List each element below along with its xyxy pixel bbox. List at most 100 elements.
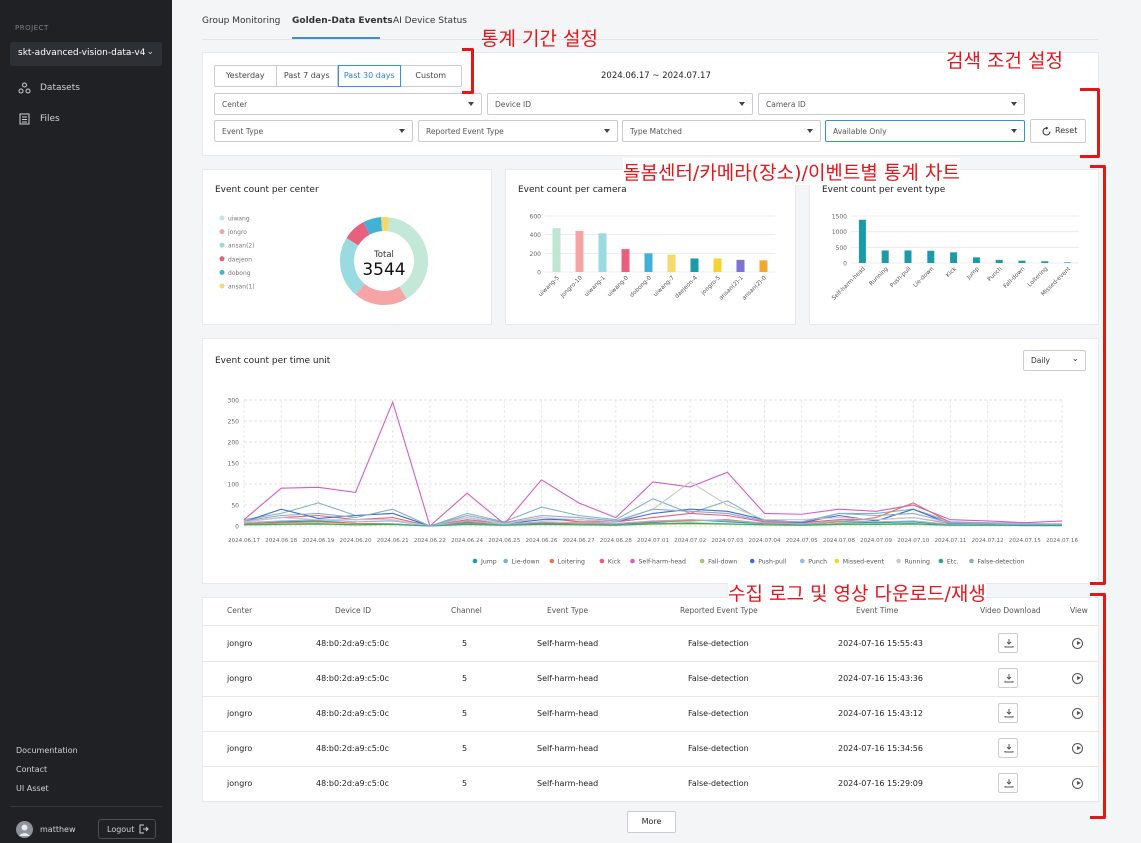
bar-dobong-0 bbox=[644, 253, 653, 272]
x-tick-label: Running bbox=[869, 266, 890, 287]
period-7days-button[interactable]: Past 7 days bbox=[277, 66, 338, 86]
donut-slice-jongro bbox=[355, 283, 407, 305]
x-tick-label: Kick bbox=[945, 266, 958, 279]
x-tick-label: 2024.07.10 bbox=[897, 538, 929, 544]
legend-marker bbox=[749, 558, 755, 564]
legend-marker bbox=[503, 558, 508, 564]
legend-label: uiwang bbox=[228, 216, 250, 223]
download-button[interactable] bbox=[998, 738, 1018, 758]
center-select[interactable]: Center bbox=[214, 93, 482, 115]
cell-center: jongro bbox=[227, 779, 253, 788]
col-header-device-id: Device ID bbox=[335, 606, 372, 615]
reported-event-type-select[interactable]: Reported Event Type bbox=[418, 120, 618, 142]
donut-slice-ansan(2) bbox=[340, 238, 365, 295]
reset-button[interactable]: Reset bbox=[1030, 119, 1086, 143]
sidebar-item-files[interactable]: Files bbox=[18, 111, 60, 127]
play-button[interactable] bbox=[1072, 708, 1083, 719]
cell-event-time: 2024-07-16 15:43:36 bbox=[838, 674, 923, 683]
caret-down-icon bbox=[468, 102, 474, 106]
bar-Missed-event bbox=[1064, 262, 1072, 263]
y-tick-label: 300 bbox=[228, 398, 240, 405]
type-matched-select-value: Type Matched bbox=[630, 127, 682, 136]
bar-uiwang-1 bbox=[598, 233, 607, 272]
play-button[interactable] bbox=[1072, 638, 1083, 649]
y-tick-label: 0 bbox=[537, 270, 541, 277]
cell-event-type: Self-harm-head bbox=[537, 709, 599, 718]
download-button[interactable] bbox=[998, 703, 1018, 723]
download-button[interactable] bbox=[998, 668, 1018, 688]
date-range: 2024.06.17 ~ 2024.07.17 bbox=[601, 71, 711, 81]
caret-down-icon bbox=[739, 102, 745, 106]
x-tick-label: uiwang-5 bbox=[538, 275, 561, 298]
more-button[interactable]: More bbox=[627, 811, 676, 833]
col-header-video-download: Video Download bbox=[980, 606, 1041, 615]
legend-label: Punch bbox=[808, 558, 827, 565]
download-icon bbox=[1004, 639, 1014, 648]
annotation-search: 검색 조건 설정 bbox=[946, 50, 1063, 72]
availability-select[interactable]: Available Only bbox=[825, 120, 1025, 142]
tab-golden-data-events[interactable]: Golden-Data Events bbox=[292, 16, 393, 26]
period-yesterday-button[interactable]: Yesterday bbox=[215, 66, 277, 86]
camera-id-select[interactable]: Camera ID bbox=[758, 93, 1025, 115]
x-tick-label: jongro-10 bbox=[559, 275, 584, 300]
project-label: PROJECT bbox=[15, 24, 49, 32]
cell-device-id: 48:b0:2d:a9:c5:0c bbox=[316, 709, 389, 718]
legend-marker bbox=[630, 558, 635, 564]
tab-ai-device-status[interactable]: AI Device Status bbox=[393, 16, 467, 26]
contact-link[interactable]: Contact bbox=[16, 765, 47, 774]
donut-slice-dobong bbox=[363, 217, 383, 235]
legend-marker bbox=[896, 558, 901, 564]
cell-center: jongro bbox=[227, 744, 253, 753]
y-tick-label: 0 bbox=[235, 524, 239, 531]
annotation-download: 수집 로그 및 영상 다운로드/재생 bbox=[728, 579, 986, 606]
legend-marker bbox=[549, 558, 555, 564]
device-id-select[interactable]: Device ID bbox=[487, 93, 753, 115]
cell-device-id: 48:b0:2d:a9:c5:0c bbox=[316, 744, 389, 753]
cell-center: jongro bbox=[227, 639, 253, 648]
center-donut-chart: Total3544 uiwang jongro ansan(2) daejeon dobo… bbox=[219, 215, 428, 305]
caret-down-icon bbox=[1011, 129, 1017, 133]
sidebar-item-label: Datasets bbox=[40, 83, 80, 93]
period-30days-button[interactable]: Past 30 days bbox=[338, 65, 401, 87]
logout-button[interactable]: Logout bbox=[98, 819, 156, 839]
legend-marker bbox=[219, 242, 225, 248]
legend-label: Running bbox=[905, 558, 930, 565]
x-tick-label: 2024.06.27 bbox=[563, 538, 595, 544]
y-tick-label: 400 bbox=[530, 232, 542, 239]
type-matched-select[interactable]: Type Matched bbox=[622, 120, 821, 142]
x-tick-label: uiwang-1 bbox=[584, 275, 607, 298]
tab-group-monitoring[interactable]: Group Monitoring bbox=[202, 16, 280, 26]
bar-ansan(2)-0 bbox=[759, 260, 768, 272]
y-tick-label: 0 bbox=[843, 261, 847, 268]
sidebar-item-label: Files bbox=[40, 114, 60, 124]
download-button[interactable] bbox=[998, 633, 1018, 653]
event-type-select[interactable]: Event Type bbox=[214, 120, 413, 142]
datasets-icon bbox=[18, 82, 31, 94]
avatar bbox=[16, 821, 33, 838]
documentation-link[interactable]: Documentation bbox=[16, 746, 78, 755]
cell-event-type: Self-harm-head bbox=[537, 639, 599, 648]
chevron-down-icon: ⌄ bbox=[146, 47, 154, 57]
period-custom-button[interactable]: Custom bbox=[401, 66, 462, 86]
cell-event-time: 2024-07-16 15:55:43 bbox=[838, 639, 923, 648]
sidebar-item-datasets[interactable]: Datasets bbox=[18, 80, 80, 96]
x-tick-label: 2024.06.28 bbox=[600, 538, 632, 544]
x-tick-label: 2024.07.11 bbox=[934, 538, 966, 544]
x-tick-label: 2024.07.04 bbox=[749, 538, 781, 544]
download-button[interactable] bbox=[998, 773, 1018, 793]
bar-Punch bbox=[995, 259, 1003, 263]
ui-asset-link[interactable]: UI Asset bbox=[16, 784, 49, 793]
x-tick-label: 2024.06.25 bbox=[488, 538, 520, 544]
annotation-bracket-period bbox=[462, 48, 474, 94]
play-button[interactable] bbox=[1072, 673, 1083, 684]
project-select[interactable]: skt-advanced-vision-data-v4 ⌄ bbox=[10, 42, 162, 66]
play-button[interactable] bbox=[1072, 743, 1083, 754]
bar-Lie-down bbox=[927, 250, 935, 263]
cell-center: jongro bbox=[227, 674, 253, 683]
download-icon bbox=[1004, 779, 1014, 788]
play-button[interactable] bbox=[1072, 778, 1083, 789]
caret-down-icon bbox=[604, 129, 610, 133]
x-tick-label: 2024.07.08 bbox=[823, 538, 855, 544]
donut-slice-daejeon bbox=[346, 222, 371, 246]
center-select-value: Center bbox=[222, 100, 248, 109]
